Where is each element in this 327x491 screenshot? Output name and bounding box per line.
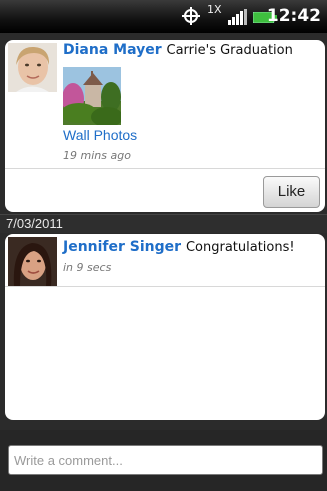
post-text: Carrie's Graduation: [166, 43, 293, 58]
comment-author-name[interactable]: Jennifer Singer: [63, 239, 181, 255]
post-author[interactable]: Diana Mayer Carrie's Graduation: [63, 42, 293, 58]
commenter-avatar[interactable]: [8, 237, 57, 286]
author-avatar[interactable]: [8, 43, 57, 92]
date-header: 7/03/2011: [0, 214, 327, 233]
like-button[interactable]: Like: [263, 176, 320, 208]
divider: [5, 168, 325, 169]
comment-author[interactable]: Jennifer Singer Congratulations!: [63, 239, 295, 255]
post-timestamp: 19 mins ago: [63, 149, 131, 162]
comments-card: Jennifer Singer Congratulations! in 9 se…: [5, 234, 325, 420]
comment-text: Congratulations!: [185, 240, 295, 255]
signal-strength-icon: [228, 9, 247, 25]
post-card: Diana Mayer Carrie's Graduation Wall Pho…: [5, 40, 325, 212]
date-header-label: 7/03/2011: [6, 216, 63, 231]
comment-input[interactable]: [8, 445, 323, 475]
comment-composer-bar: [0, 430, 327, 491]
comment-timestamp: in 9 secs: [63, 261, 112, 274]
clock: 12:42: [266, 6, 321, 26]
post-photo-thumbnail[interactable]: [63, 67, 121, 125]
album-link[interactable]: Wall Photos: [63, 127, 137, 143]
gps-icon: [182, 7, 200, 25]
data-network-icon: 1X: [207, 3, 222, 16]
divider: [5, 286, 325, 287]
status-bar: 1X 12:42: [0, 0, 327, 33]
post-author-name[interactable]: Diana Mayer: [63, 42, 162, 58]
